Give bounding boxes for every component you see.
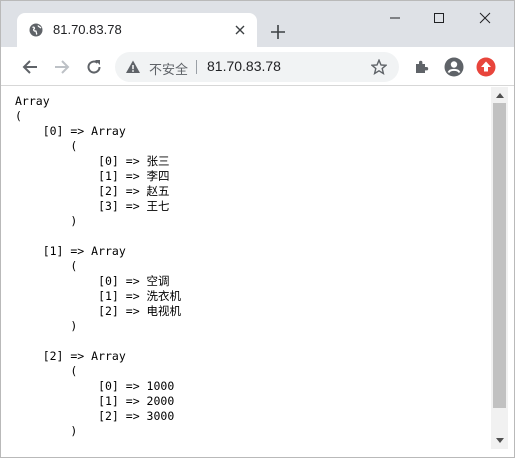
profile-button[interactable] [441, 54, 467, 80]
reload-button[interactable] [81, 54, 107, 80]
browser-window: 81.70.83.78 不安全 81.70.83.78 Array ([0] … [0, 0, 515, 458]
plus-icon [271, 25, 285, 39]
output-line: ( [15, 139, 78, 153]
url-text[interactable]: 81.70.83.78 [207, 58, 281, 74]
scrollbar-thumb[interactable] [493, 103, 506, 408]
tab-title: 81.70.83.78 [53, 22, 122, 37]
update-icon [476, 57, 496, 77]
output-line: ( [15, 109, 22, 123]
output-line: [2] => 3000 [15, 409, 175, 423]
divider [196, 60, 197, 74]
close-icon [479, 12, 491, 24]
output-line: ) [15, 214, 78, 228]
minimize-icon [390, 17, 400, 19]
maximize-icon [434, 13, 444, 23]
page-content: Array( [0] => Array ( [0] => 张三 [1] => 李… [1, 87, 491, 449]
output-line: [0] => 张三 [15, 154, 170, 168]
output-line: Array [15, 94, 50, 108]
close-window-button[interactable] [462, 1, 508, 35]
output-line: [1] => 李四 [15, 169, 170, 183]
output-line: ( [15, 364, 78, 378]
chevron-down-icon [495, 438, 504, 443]
output-line: [2] => 电视机 [15, 304, 182, 318]
output-line: ( [15, 259, 78, 273]
vertical-scrollbar[interactable] [491, 87, 508, 449]
output-line: [1] => Array [15, 244, 126, 258]
close-icon[interactable] [231, 21, 249, 39]
output-line: [3] => 王七 [15, 199, 170, 213]
globe-icon [29, 23, 43, 37]
print-r-output: Array( [0] => Array ( [0] => 张三 [1] => 李… [15, 94, 181, 439]
output-line: [1] => 洗衣机 [15, 289, 182, 303]
scroll-down-arrow[interactable] [491, 433, 508, 449]
arrow-left-icon [22, 60, 37, 74]
back-button[interactable] [17, 54, 43, 80]
tab-strip: 81.70.83.78 [1, 1, 514, 47]
output-line: [0] => 空调 [15, 274, 170, 288]
output-line: [2] => Array [15, 349, 126, 363]
output-line: [0] => Array [15, 124, 126, 138]
output-line: [1] => 2000 [15, 394, 175, 408]
security-label[interactable]: 不安全 [149, 59, 188, 78]
output-line: [0] => 1000 [15, 379, 175, 393]
avatar-icon [444, 57, 464, 77]
bookmark-button[interactable] [369, 57, 389, 77]
chevron-up-icon [495, 93, 504, 98]
toolbar: 不安全 81.70.83.78 [1, 47, 514, 86]
minimize-button[interactable] [372, 1, 418, 35]
maximize-button[interactable] [416, 1, 462, 35]
output-line: ) [15, 319, 78, 333]
new-tab-button[interactable] [267, 21, 289, 43]
info-icon[interactable] [125, 59, 141, 75]
browser-tab[interactable]: 81.70.83.78 [17, 13, 257, 47]
scroll-up-arrow[interactable] [491, 87, 508, 103]
star-icon [371, 59, 387, 75]
extensions-button[interactable] [409, 54, 435, 80]
puzzle-icon [416, 60, 429, 73]
forward-button[interactable] [49, 54, 75, 80]
update-button[interactable] [473, 54, 499, 80]
output-line: ) [15, 424, 78, 438]
arrow-right-icon [55, 60, 70, 74]
reload-icon [87, 60, 101, 74]
output-line: [2] => 赵五 [15, 184, 170, 198]
address-bar[interactable]: 不安全 81.70.83.78 [115, 52, 399, 82]
